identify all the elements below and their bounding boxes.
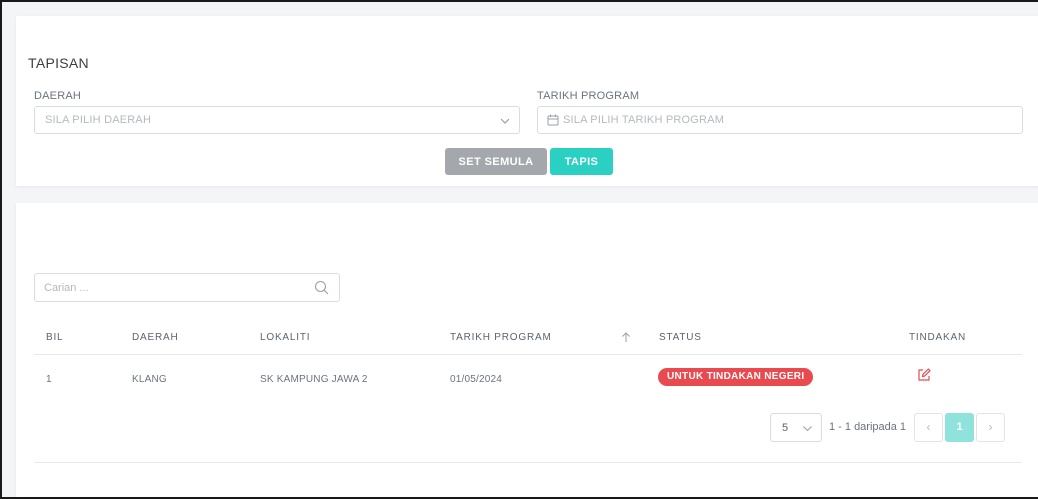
filter-card: TAPISAN DAERAH SILA PILIH DAERAH TARIKH … <box>16 16 1038 186</box>
table-footer-divider <box>34 462 1022 463</box>
column-header-tarikh-program[interactable]: TARIKH PROGRAM <box>450 332 552 343</box>
search-icon[interactable] <box>314 280 329 295</box>
page-frame: TAPISAN DAERAH SILA PILIH DAERAH TARIKH … <box>0 0 1038 499</box>
filter-title: TAPISAN <box>28 55 89 71</box>
page-1-button[interactable]: 1 <box>945 413 974 442</box>
cell-lokaliti: SK KAMPUNG JAWA 2 <box>260 374 368 385</box>
cell-daerah: KLANG <box>132 374 167 385</box>
table-card: BIL DAERAH LOKALITI TARIKH PROGRAM STATU… <box>16 203 1038 497</box>
calendar-icon <box>547 114 559 126</box>
tarikh-program-picker[interactable]: SILA PILIH TARIKH PROGRAM <box>537 106 1023 134</box>
daerah-select[interactable]: SILA PILIH DAERAH <box>34 106 520 134</box>
edit-icon[interactable] <box>916 367 932 383</box>
column-header-tindakan: TINDAKAN <box>909 332 966 343</box>
prev-page-button[interactable]: ‹ <box>914 413 943 442</box>
cell-bil: 1 <box>46 374 52 385</box>
header-divider <box>34 354 1022 355</box>
page-size-select[interactable]: 5 <box>770 413 822 442</box>
column-header-status: STATUS <box>659 332 702 343</box>
reset-button[interactable]: SET SEMULA <box>445 148 547 175</box>
cell-tarikh-program: 01/05/2024 <box>450 374 503 385</box>
chevron-down-icon <box>803 426 812 432</box>
column-header-bil: BIL <box>46 332 64 343</box>
tarikh-program-label: TARIKH PROGRAM <box>537 90 640 102</box>
filter-button[interactable]: TAPIS <box>550 148 613 175</box>
daerah-label: DAERAH <box>34 90 82 102</box>
status-badge: UNTUK TINDAKAN NEGERI <box>658 368 814 386</box>
arrow-up-icon[interactable] <box>621 332 631 343</box>
column-header-lokaliti: LOKALITI <box>260 332 311 343</box>
chevron-down-icon <box>500 118 510 124</box>
next-page-button[interactable]: › <box>976 413 1005 442</box>
page-size-value: 5 <box>782 422 789 434</box>
tarikh-program-placeholder: SILA PILIH TARIKH PROGRAM <box>563 114 725 126</box>
search-field[interactable] <box>34 273 340 302</box>
pagination-info: 1 - 1 daripada 1 <box>829 421 907 433</box>
column-header-daerah: DAERAH <box>132 332 179 343</box>
daerah-placeholder: SILA PILIH DAERAH <box>45 114 152 126</box>
search-input[interactable] <box>44 280 294 296</box>
